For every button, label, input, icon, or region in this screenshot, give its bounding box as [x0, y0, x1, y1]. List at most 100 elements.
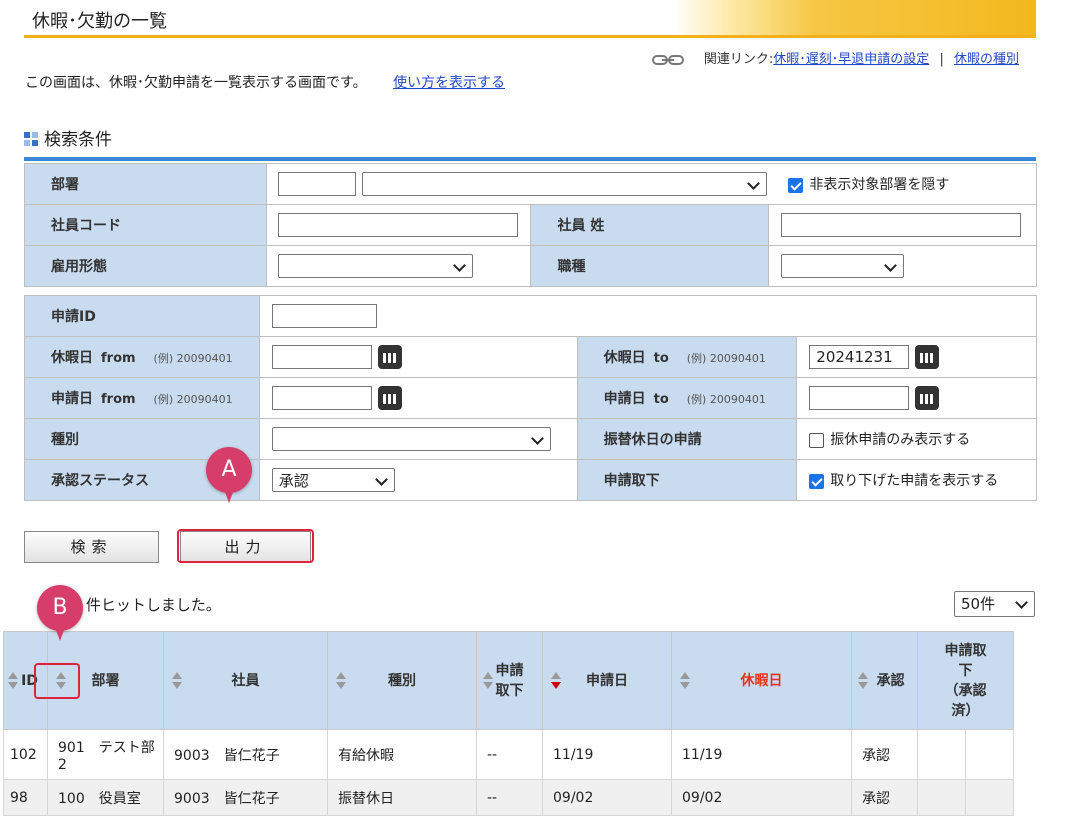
cell-empty	[917, 729, 966, 780]
search-button[interactable]: 検索	[24, 531, 159, 563]
annotation-pin-a: A	[206, 447, 252, 503]
show-withdrawn-checkbox[interactable]: 取り下げた申請を表示する	[809, 473, 998, 489]
label-employee-surname: 社員 姓	[530, 204, 770, 246]
results-table: ID 部署 社員 種別 申請 取下 申請日 休暇日 承認 申請取下（承認 済） 10…	[3, 631, 1014, 816]
leave-from-input[interactable]	[271, 345, 372, 369]
section-divider	[24, 157, 1036, 161]
employee-surname-input[interactable]	[781, 213, 1022, 237]
to-text: to	[653, 392, 669, 407]
leave-to-text: 休暇日	[603, 350, 646, 366]
cell-empty	[965, 779, 1014, 816]
col-apply-date-label: 申請日	[586, 672, 628, 689]
related-links: 関連リンク:休暇･遅刻･早退申請の設定 | 休暇の種別	[651, 48, 1019, 67]
request-id-input[interactable]	[271, 304, 377, 328]
apply-to-text: 申請日	[603, 391, 646, 407]
label-request-id: 申請ID	[24, 295, 260, 337]
sort-icon[interactable]	[483, 671, 493, 691]
calendar-icon[interactable]	[377, 345, 402, 369]
cell-empty	[917, 779, 966, 816]
substitute-only-checkbox[interactable]: 振休申請のみ表示する	[809, 432, 970, 448]
link-leave-types[interactable]: 休暇の種別	[954, 52, 1019, 67]
col-dept-label: 部署	[91, 672, 120, 689]
sort-icon[interactable]	[172, 671, 182, 691]
col-leave-date[interactable]: 休暇日	[671, 631, 852, 730]
col-wa-line4: 済）	[951, 702, 980, 719]
example-text: (例) 20090401	[153, 352, 233, 365]
page-size-select[interactable]: 50件	[954, 591, 1035, 617]
leave-to-input[interactable]: 20241231	[809, 345, 910, 369]
link-leave-settings[interactable]: 休暇･遅刻･早退申請の設定	[773, 52, 929, 67]
cell-approval: 承認	[851, 779, 918, 816]
approval-status-value: 承認	[278, 472, 309, 490]
apply-from-text: 申請日	[51, 391, 93, 407]
hit-count: 40 件ヒットしました。	[62, 596, 221, 614]
job-type-select[interactable]	[781, 254, 905, 278]
example-text: (例) 20090401	[153, 393, 233, 406]
dept-code-input[interactable]	[277, 172, 356, 196]
label-department: 部署	[24, 163, 267, 205]
calendar-icon[interactable]	[377, 386, 402, 410]
checkbox-checked-icon	[809, 473, 825, 489]
sort-desc-icon[interactable]	[551, 671, 561, 691]
employment-type-select[interactable]	[277, 254, 473, 278]
to-text: to	[653, 351, 669, 366]
page-description: この画面は、休暇･欠勤申請を一覧表示する画面です。 使い方を表示する	[25, 72, 505, 92]
cell-dept: 901 テスト部2	[47, 729, 164, 780]
checkbox-unchecked-icon	[809, 432, 825, 448]
apply-to-input[interactable]	[809, 386, 910, 410]
cell-apply-date: 09/02	[542, 779, 672, 816]
howto-link[interactable]: 使い方を表示する	[393, 75, 505, 91]
cell-apply-date: 11/19	[542, 729, 672, 780]
dept-select[interactable]	[361, 172, 767, 196]
table-row[interactable]: 98 100 役員室 9003 皆仁花子 振替休日 -- 09/02 09/02…	[3, 779, 1014, 816]
col-wa-line3: （承認	[944, 682, 987, 699]
col-employee[interactable]: 社員	[163, 631, 328, 730]
grid-icon	[24, 132, 38, 146]
cell-id: 102	[3, 729, 48, 780]
from-text: from	[101, 392, 136, 407]
cell-leave-date: 11/19	[671, 729, 852, 780]
calendar-icon[interactable]	[915, 345, 940, 369]
cell-approval: 承認	[851, 729, 918, 780]
related-prefix: 関連リンク:	[703, 52, 774, 67]
apply-from-input[interactable]	[271, 386, 372, 410]
from-text: from	[101, 351, 136, 366]
page-size-value: 50件	[961, 595, 996, 613]
cell-empty	[965, 729, 1014, 780]
col-withdraw-line1: 申請	[495, 662, 524, 679]
label-job-type: 職種	[530, 245, 770, 287]
show-withdrawn-label: 取り下げた申請を表示する	[830, 473, 999, 489]
highlight-output	[177, 529, 314, 563]
col-wa-line2: 下	[958, 662, 973, 679]
col-apply-date[interactable]: 申請日	[542, 631, 672, 730]
col-withdraw-approved: 申請取下 （承認 済）	[917, 631, 1014, 730]
sort-icon[interactable]	[858, 671, 868, 691]
checkbox-checked-icon	[788, 177, 804, 193]
sort-icon[interactable]	[336, 671, 346, 691]
page-title: 休暇･欠勤の一覧	[32, 11, 167, 32]
cell-leave-date: 09/02	[671, 779, 852, 816]
col-withdraw[interactable]: 申請 取下	[476, 631, 543, 730]
annotation-pin-b: B	[37, 585, 83, 641]
title-bar: 休暇･欠勤の一覧	[24, 0, 1036, 38]
example-text: (例) 20090401	[686, 393, 766, 406]
calendar-icon[interactable]	[915, 386, 940, 410]
table-row[interactable]: 102 901 テスト部2 9003 皆仁花子 有給休暇 -- 11/19 11…	[3, 729, 1014, 780]
employee-code-input[interactable]	[277, 213, 518, 237]
col-leave-date-label: 休暇日	[740, 672, 783, 689]
col-kind[interactable]: 種別	[327, 631, 477, 730]
label-employment-type: 雇用形態	[24, 245, 267, 287]
cell-id: 98	[3, 779, 48, 816]
section-title-text: 検索条件	[44, 130, 112, 150]
hide-dept-label: 非表示対象部署を隠す	[809, 177, 950, 193]
kind-select[interactable]	[271, 427, 551, 451]
search-section-title: 検索条件	[24, 125, 112, 150]
leave-from-text: 休暇日	[51, 350, 93, 366]
approval-status-select[interactable]: 承認	[271, 468, 395, 492]
col-approval[interactable]: 承認	[851, 631, 918, 730]
sort-icon[interactable]	[680, 671, 690, 691]
cell-kind: 有給休暇	[327, 729, 477, 780]
related-separator: |	[939, 52, 944, 67]
hide-dept-checkbox[interactable]: 非表示対象部署を隠す	[788, 177, 949, 193]
sort-icon[interactable]	[8, 671, 18, 691]
